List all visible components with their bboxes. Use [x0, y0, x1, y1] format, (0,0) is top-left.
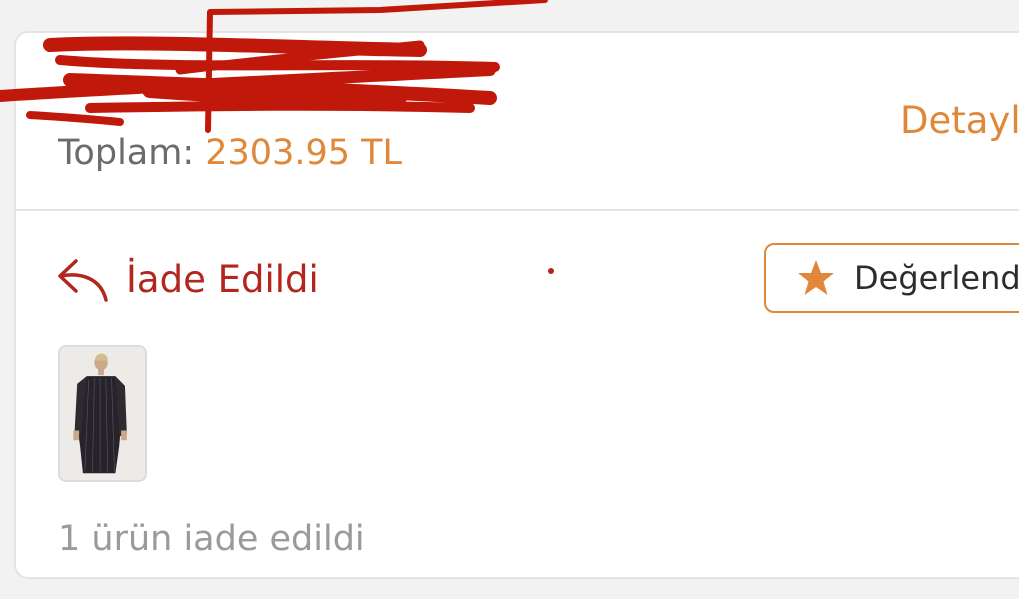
divider [14, 209, 1019, 211]
status-label: İade Edildi [126, 258, 319, 301]
total-label: Toplam: [58, 133, 195, 173]
order-total: Toplam: 2303.95 TL [58, 131, 402, 175]
rate-button[interactable]: Değerlend [764, 243, 1019, 313]
details-link[interactable]: Detayl [900, 98, 1019, 144]
rate-button-label: Değerlend [854, 259, 1019, 297]
star-icon [798, 260, 834, 295]
redaction-scribble [0, 0, 548, 133]
product-thumbnail[interactable] [58, 345, 147, 482]
return-arrow-icon [58, 259, 108, 302]
returned-items-count: 1 ürün iade edildi [58, 519, 365, 559]
total-amount: 2303.95 TL [205, 133, 403, 173]
status-dot [548, 268, 554, 274]
return-status: İade Edildi [56, 256, 319, 304]
